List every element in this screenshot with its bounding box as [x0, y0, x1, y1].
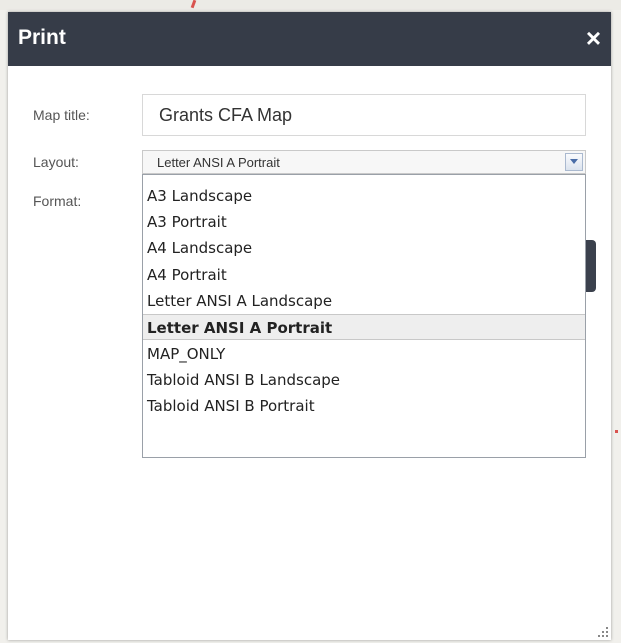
resize-grip-icon[interactable]: [597, 626, 609, 638]
dropdown-option[interactable]: A4 Landscape: [143, 235, 585, 261]
layout-dropdown-button[interactable]: [565, 153, 583, 171]
close-icon[interactable]: ×: [586, 23, 601, 53]
dropdown-option[interactable]: MAP_ONLY: [143, 341, 585, 367]
map-title-input[interactable]: [142, 94, 586, 136]
dialog-titlebar[interactable]: Print ×: [8, 12, 611, 66]
layout-select[interactable]: Letter ANSI A Portrait: [142, 150, 586, 174]
dropdown-option[interactable]: A4 Portrait: [143, 262, 585, 288]
map-feature: [615, 430, 618, 433]
chevron-down-icon: [570, 159, 578, 164]
dropdown-option[interactable]: Tabloid ANSI B Landscape: [143, 367, 585, 393]
print-dialog: Print × Map title: Layout: Letter ANSI A…: [8, 12, 611, 640]
dialog-title: Print: [18, 26, 66, 49]
layout-select-value: Letter ANSI A Portrait: [157, 155, 280, 170]
format-label: Format:: [33, 193, 82, 209]
map-title-label: Map title:: [33, 107, 90, 123]
dropdown-option[interactable]: Tabloid ANSI B Portrait: [143, 393, 585, 419]
dropdown-option[interactable]: A3 Landscape: [143, 183, 585, 209]
map-background: [0, 0, 621, 10]
dropdown-option-selected[interactable]: Letter ANSI A Portrait: [143, 314, 585, 340]
print-button-partial[interactable]: [586, 240, 596, 292]
layout-label: Layout:: [33, 154, 79, 170]
dropdown-option[interactable]: A3 Portrait: [143, 209, 585, 235]
dropdown-option[interactable]: Letter ANSI A Landscape: [143, 288, 585, 314]
layout-dropdown-list: A3 Landscape A3 Portrait A4 Landscape A4…: [142, 174, 586, 458]
